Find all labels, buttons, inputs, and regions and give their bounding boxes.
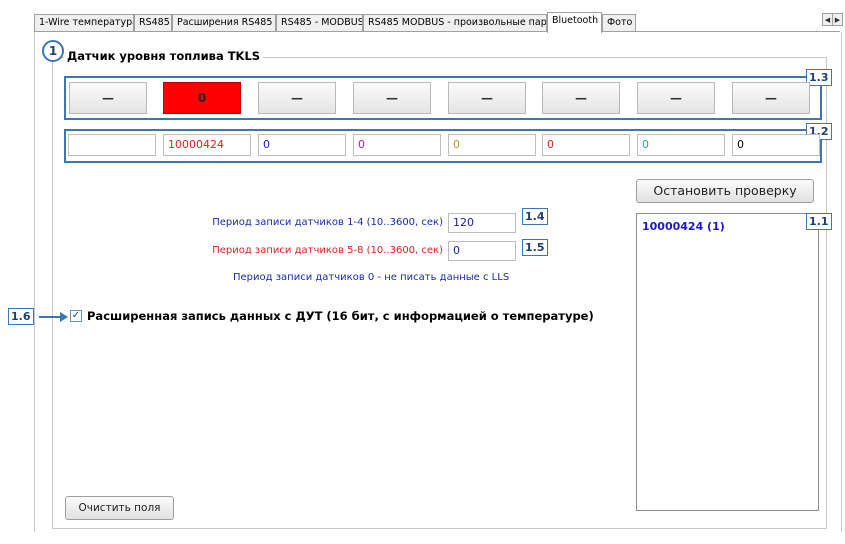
- sensor-id-field-6[interactable]: 0: [542, 134, 630, 156]
- sensor-list[interactable]: 10000424 (1): [636, 213, 819, 511]
- callout-1-6: 1.6: [8, 308, 34, 325]
- tab-rs485[interactable]: RS485: [134, 14, 172, 31]
- callout-1-5: 1.5: [522, 239, 548, 256]
- sensor-status-button-1[interactable]: —: [69, 82, 147, 114]
- sensor-id-field-1[interactable]: [68, 134, 156, 156]
- sensor-id-field-4[interactable]: 0: [353, 134, 441, 156]
- period-5-8-input[interactable]: 0: [448, 241, 516, 261]
- sensor-status-button-3[interactable]: —: [258, 82, 336, 114]
- tab-scroll-right-icon[interactable]: ▶: [832, 13, 843, 26]
- sensor-status-button-8[interactable]: —: [732, 82, 810, 114]
- sensor-status-button-4[interactable]: —: [353, 82, 431, 114]
- tab-bluetooth[interactable]: Bluetooth: [547, 12, 602, 33]
- tab-photo[interactable]: Фото: [602, 14, 636, 31]
- callout-arrow-head: [60, 312, 68, 322]
- callout-arrow: [39, 316, 61, 318]
- period-note: Период записи датчиков 0 - не писать дан…: [233, 272, 510, 283]
- period-5-8-label: Период записи датчиков 5-8 (10..3600, се…: [212, 245, 443, 256]
- callout-1-1: 1.1: [806, 213, 832, 230]
- list-item[interactable]: 10000424 (1): [642, 220, 725, 233]
- tab-rs485-extensions[interactable]: Расширения RS485: [172, 14, 276, 31]
- sensor-id-field-5[interactable]: 0: [448, 134, 536, 156]
- sensor-status-button-2[interactable]: 0: [163, 82, 241, 114]
- tab-rs485-modbus[interactable]: RS485 - MODBUS: [276, 14, 363, 31]
- extended-record-label[interactable]: Расширенная запись данных с ДУТ (16 бит,…: [87, 309, 594, 323]
- period-1-4-label: Период записи датчиков 1-4 (10..3600, се…: [212, 217, 443, 228]
- sensor-status-button-6[interactable]: —: [542, 82, 620, 114]
- callout-1-4: 1.4: [522, 208, 548, 225]
- sensor-id-field-3[interactable]: 0: [258, 134, 346, 156]
- period-1-4-input[interactable]: 120: [448, 213, 516, 233]
- tab-rs485-modbus-custom[interactable]: RS485 MODBUS - произвольные параметры: [363, 14, 547, 31]
- tab-strip: 1-Wire температура RS485 Расширения RS48…: [34, 12, 843, 33]
- stop-check-button[interactable]: Остановить проверку: [636, 179, 814, 203]
- sensor-id-field-8[interactable]: 0: [732, 134, 820, 156]
- sensor-status-button-7[interactable]: —: [637, 82, 715, 114]
- callout-1: 1: [42, 40, 64, 62]
- sensor-id-field-7[interactable]: 0: [637, 134, 725, 156]
- sensor-id-field-2[interactable]: 10000424: [163, 134, 251, 156]
- extended-record-checkbox[interactable]: ✓: [70, 310, 82, 322]
- clear-fields-button[interactable]: Очистить поля: [65, 496, 174, 520]
- group-title: Датчик уровня топлива TKLS: [64, 49, 264, 63]
- tab-1wire-temperature[interactable]: 1-Wire температура: [34, 14, 134, 31]
- sensor-status-button-5[interactable]: —: [448, 82, 526, 114]
